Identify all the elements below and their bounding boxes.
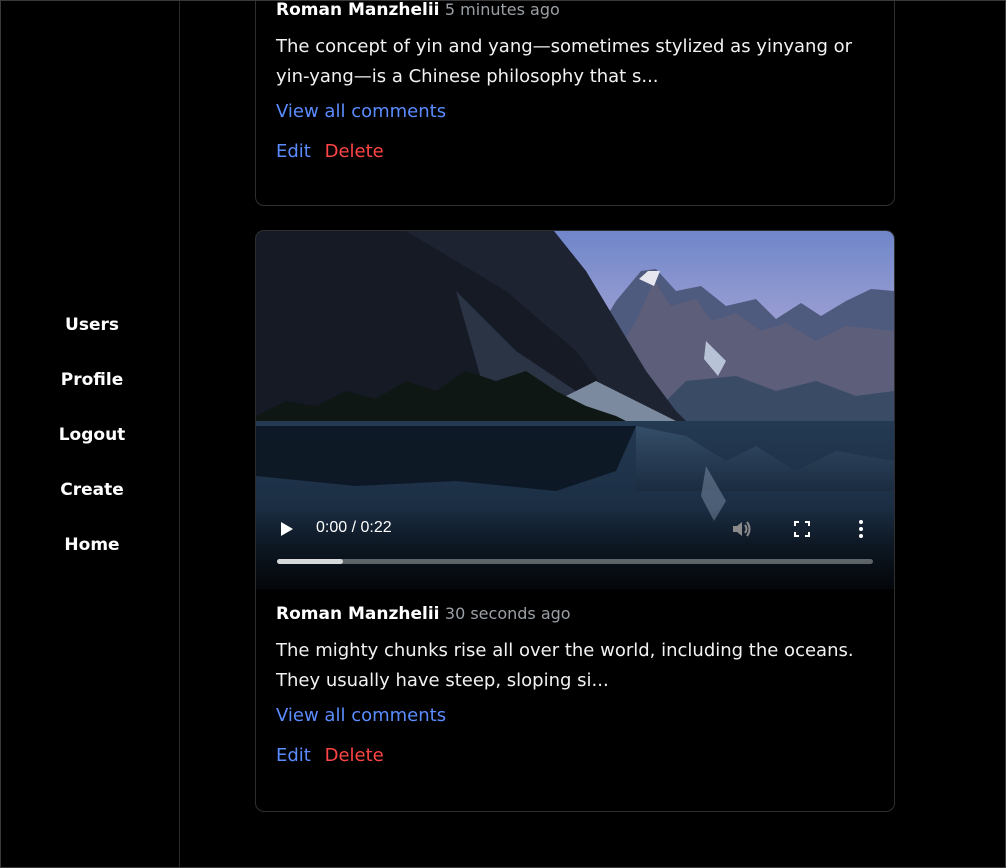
post-header: Roman Manzhelii 5 minutes ago [276,0,874,22]
sidebar: Users Profile Logout Create Home [5,1,180,867]
post-body: Roman Manzhelii 30 seconds ago The might… [256,589,894,767]
post-text-line: The concept of yin and yang—sometimes st… [276,36,853,57]
post-text-line: yin-yang—is a Chinese philosophy that s.… [276,66,659,87]
video-progress-bar[interactable] [277,559,873,564]
play-icon[interactable] [280,521,294,537]
post-actions: Edit Delete [276,141,874,163]
post-time: 5 minutes ago [444,0,560,19]
sidebar-nav: Users Profile Logout Create Home [5,312,179,587]
sidebar-item-home[interactable]: Home [64,532,119,587]
post-header: Roman Manzhelii 30 seconds ago [276,602,874,626]
view-all-comments-link[interactable]: View all comments [276,705,874,727]
edit-button[interactable]: Edit [276,141,311,162]
post-time: 30 seconds ago [444,604,571,623]
view-all-comments-link[interactable]: View all comments [276,101,874,123]
post-text-line: They usually have steep, sloping si... [276,670,609,691]
post-text: The mighty chunks rise all over the worl… [276,636,874,696]
edit-button[interactable]: Edit [276,745,311,766]
delete-button[interactable]: Delete [325,745,384,766]
volume-icon[interactable] [731,519,753,539]
post-actions: Edit Delete [276,745,874,767]
sidebar-item-create[interactable]: Create [60,477,124,532]
fullscreen-icon[interactable] [793,520,811,538]
video-timecode: 0:00 / 0:22 [316,519,392,536]
app-frame: Users Profile Logout Create Home Roman M… [0,0,1006,868]
post-card: Roman Manzhelii 5 minutes ago The concep… [255,0,895,206]
post-body: Roman Manzhelii 5 minutes ago The concep… [256,0,894,163]
post-author[interactable]: Roman Manzhelii [276,604,439,624]
post-card: 0:00 / 0:22 Roman Manzhelii 30 seconds a… [255,230,895,812]
sidebar-item-logout[interactable]: Logout [59,422,126,477]
sidebar-item-profile[interactable]: Profile [61,367,123,422]
post-author[interactable]: Roman Manzhelii [276,1,439,20]
video-player[interactable]: 0:00 / 0:22 [256,231,894,589]
more-options-icon[interactable] [858,519,864,539]
delete-button[interactable]: Delete [325,141,384,162]
post-text: The concept of yin and yang—sometimes st… [276,32,874,92]
sidebar-item-users[interactable]: Users [65,312,119,367]
post-text-line: The mighty chunks rise all over the worl… [276,640,854,661]
video-progress-fill [277,559,343,564]
